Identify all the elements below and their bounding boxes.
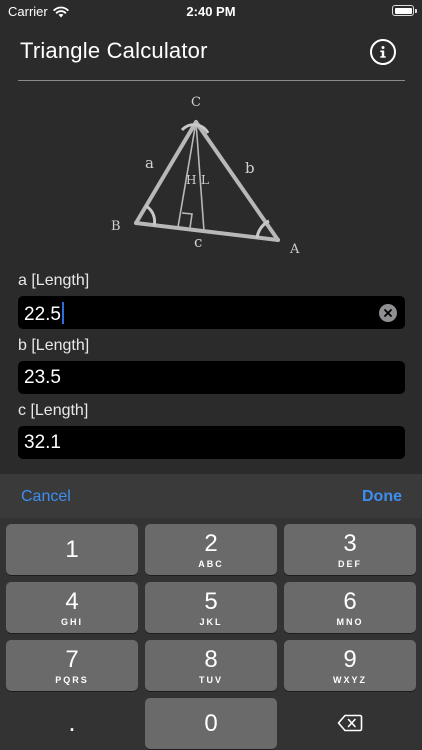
key-0[interactable]: 0 bbox=[145, 698, 277, 749]
key-7[interactable]: 7 PQRS bbox=[6, 640, 138, 691]
battery-icon bbox=[392, 5, 417, 16]
side-a-label: a bbox=[145, 154, 154, 172]
cancel-button[interactable]: Cancel bbox=[21, 488, 71, 506]
key-2[interactable]: 2 ABC bbox=[145, 524, 277, 575]
key-5[interactable]: 5 JKL bbox=[145, 582, 277, 633]
vertex-a-label: A bbox=[289, 242, 300, 257]
status-bar: Carrier 2:40 PM bbox=[0, 0, 422, 22]
key-6[interactable]: 6 MNO bbox=[284, 582, 416, 633]
field-a-label: a [Length] bbox=[18, 272, 90, 289]
angle-arc-a bbox=[255, 219, 270, 239]
length-a-input[interactable]: 22.5 bbox=[18, 296, 405, 329]
header-divider bbox=[18, 80, 405, 81]
length-a-value: 22.5 bbox=[24, 304, 61, 325]
right-angle-mark bbox=[181, 212, 193, 229]
info-icon bbox=[380, 46, 386, 58]
done-button[interactable]: Done bbox=[362, 488, 402, 506]
length-b-input[interactable]: 23.5 bbox=[18, 361, 405, 394]
text-caret bbox=[61, 302, 64, 324]
field-b-label: b [Length] bbox=[18, 337, 90, 354]
status-time: 2:40 PM bbox=[186, 4, 236, 19]
info-button[interactable] bbox=[370, 39, 396, 65]
vertex-c-label: C bbox=[191, 95, 201, 110]
backspace-icon bbox=[337, 714, 363, 732]
key-3[interactable]: 3 DEF bbox=[284, 524, 416, 575]
length-c-value: 32.1 bbox=[24, 432, 61, 453]
backspace-key[interactable] bbox=[284, 698, 416, 749]
clear-button[interactable] bbox=[379, 304, 397, 322]
key-1[interactable]: 1 bbox=[6, 524, 138, 575]
median-label: L bbox=[201, 173, 209, 187]
clear-icon bbox=[384, 309, 392, 317]
side-b-label: b bbox=[245, 159, 255, 177]
keyboard-toolbar: Cancel Done bbox=[0, 474, 422, 518]
vertex-b-label: B bbox=[111, 219, 121, 234]
length-c-input[interactable]: 32.1 bbox=[18, 426, 405, 459]
field-c-label: c [Length] bbox=[18, 402, 89, 419]
length-b-value: 23.5 bbox=[24, 367, 61, 388]
triangle-diagram: C B A a b c H L bbox=[111, 95, 300, 257]
key-4[interactable]: 4 GHI bbox=[6, 582, 138, 633]
key-decimal[interactable]: . bbox=[6, 698, 138, 749]
key-8[interactable]: 8 TUV bbox=[145, 640, 277, 691]
side-c-label: c bbox=[194, 233, 202, 251]
number-keypad: 1 2 ABC 3 DEF 4 GHI 5 JKL 6 MNO 7 PQRS 8… bbox=[0, 518, 422, 750]
height-label: H bbox=[186, 173, 196, 187]
key-9[interactable]: 9 WXYZ bbox=[284, 640, 416, 691]
page-title: Triangle Calculator bbox=[20, 38, 208, 63]
